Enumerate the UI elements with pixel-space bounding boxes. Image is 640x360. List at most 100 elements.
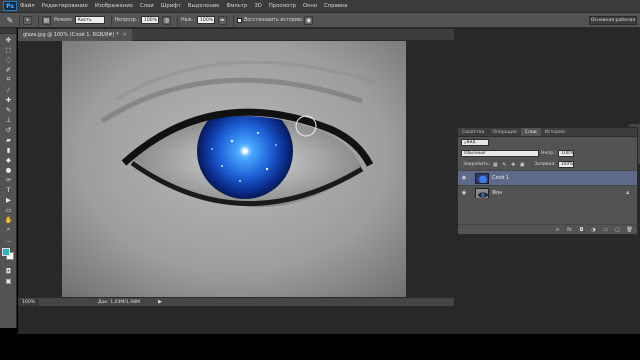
blend-mode-select[interactable]: Обычные [461,150,539,157]
menu-layer[interactable]: Слои [140,3,154,9]
eyedropper-tool-icon[interactable]: ⁄ [2,85,15,94]
tools-header[interactable] [0,28,16,34]
gradient-tool-icon[interactable]: ▮ [2,145,15,154]
blend-row: Обычные Непр.: 100% [458,148,637,159]
lock-row: Закрепить: ▦ ✎ ✥ ▣ Заливка: 100% [458,159,637,170]
visibility-eye-icon[interactable]: ◉ [458,190,470,196]
quick-mask-icon[interactable]: ◘ [2,266,15,275]
adjustment-layer-icon[interactable]: ◑ [590,226,597,233]
path-selection-tool-icon[interactable]: ▶ [2,195,15,204]
layer-filter-select[interactable]: ⌕ Вид [461,139,489,146]
opacity-label: Непрозр.: [114,17,139,23]
pressure-label: Наж.: [180,17,195,23]
close-icon[interactable]: × [122,32,126,38]
menu-3d[interactable]: 3D [254,3,261,9]
divider [110,14,112,26]
airbrush-icon[interactable]: ✒ [217,15,227,25]
menu-help[interactable]: Справка [324,3,347,9]
restore-history-checkbox[interactable] [236,17,242,23]
layer-name: Фон [492,190,503,196]
document-size: Док: 1,03М/1,98М [98,299,141,305]
tab-layers[interactable]: Слои [520,128,541,136]
menu-window[interactable]: Окно [303,3,317,9]
pressure-input[interactable]: 100% [196,16,215,24]
tab-history[interactable]: История [541,128,569,136]
layer-fill-input[interactable]: 100% [557,161,574,168]
layers-empty-area [458,198,637,225]
canvas[interactable] [62,41,406,297]
menu-filter[interactable]: Фильтр [226,3,247,9]
hand-tool-icon[interactable]: ✋ [2,215,15,224]
brush-tool-icon[interactable]: ✎ [2,105,15,114]
layer-lock-icon: 🔒︎ [626,190,629,196]
layer-thumbnail [475,172,489,184]
document-tab-bar: glaza.jpg @ 100% (Слой 1, RGB/8#) * × [18,28,454,41]
menu-image[interactable]: Изображение [95,3,133,9]
layer-style-icon[interactable]: fx [566,226,573,233]
healing-brush-tool-icon[interactable]: ✚ [2,95,15,104]
menu-edit[interactable]: Редактирование [42,3,88,9]
menu-view[interactable]: Просмотр [269,3,296,9]
workspace-switcher[interactable]: Основная рабочая [589,16,637,25]
marquee-tool-icon[interactable]: ⬚ [2,45,15,54]
document-title: glaza.jpg @ 100% (Слой 1, RGB/8#) * [23,31,119,38]
layers-footer: ∞ fx ◘ ◑ ▭ ▢ 🗑︎ [458,224,637,234]
pressure-size-icon[interactable]: ◉ [304,15,314,25]
history-brush-tool-icon[interactable]: ✎ [4,15,16,25]
link-layers-icon[interactable]: ∞ [554,226,561,233]
divider [232,14,234,26]
eraser-tool-icon[interactable]: ▰ [2,135,15,144]
brush-preset-picker-icon[interactable]: • [23,15,32,25]
blur-tool-icon[interactable]: ◆ [2,155,15,164]
divider [19,14,20,26]
brush-panel-toggle-icon[interactable]: ▤ [42,15,51,25]
mode-select[interactable]: Кисть [74,16,105,24]
type-tool-icon[interactable]: T [2,185,15,194]
pen-tool-icon[interactable]: ✑ [2,175,15,184]
zoom-level-field[interactable]: 100% [18,298,38,306]
layer-row-layer1[interactable]: ◉ Слой 1 [458,170,637,185]
zoom-tool-icon[interactable]: ⌕ [2,225,15,234]
menu-select[interactable]: Выделение [188,3,220,9]
tools-panel: ✥ ⬚ ◌ ✐ ⌗ ⁄ ✚ ✎ ⊥ ↺ ▰ ▮ ◆ ● ✑ T ▶ ▭ ✋ ⌕ … [0,28,17,328]
tab-properties[interactable]: Свойства [458,128,488,136]
quick-select-tool-icon[interactable]: ✐ [2,65,15,74]
layer-filter-row: ⌕ Вид [458,137,637,148]
status-menu-arrow-icon[interactable]: ▶ [158,299,162,305]
lock-all-icon[interactable]: ▣ [519,162,525,168]
clone-stamp-tool-icon[interactable]: ⊥ [2,115,15,124]
layer-opacity-input[interactable]: 100% [558,150,575,157]
opacity-label: Непр.: [541,151,557,156]
move-tool-icon[interactable]: ✥ [2,35,15,44]
panel-tabs: Свойства Операции Слои История [458,128,637,137]
color-swatches[interactable] [1,247,16,263]
crop-tool-icon[interactable]: ⌗ [2,75,15,84]
new-layer-icon[interactable]: ▢ [614,226,621,233]
options-bar: ✎ • ▤ Режим: Кисть Непрозр.: 100% ◍ Наж.… [0,12,640,28]
visibility-eye-icon[interactable]: ◉ [458,175,470,181]
history-brush-icon[interactable]: ↺ [2,125,15,134]
opacity-input[interactable]: 100% [140,16,159,24]
layer-mask-icon[interactable]: ◘ [578,226,585,233]
lock-position-icon[interactable]: ✥ [510,162,516,168]
delete-layer-icon[interactable]: 🗑︎ [626,226,633,233]
document-tab[interactable]: glaza.jpg @ 100% (Слой 1, RGB/8#) * × [18,28,132,41]
menu-type[interactable]: Шрифт [161,3,181,9]
lasso-tool-icon[interactable]: ◌ [2,55,15,64]
menu-file[interactable]: Файл [20,3,35,9]
fill-label: Заливка: [534,162,556,167]
lock-pixels-icon[interactable]: ✎ [501,162,507,168]
lock-transparent-icon[interactable]: ▦ [492,162,498,168]
screen-mode-icon[interactable]: ▣ [2,276,15,285]
tab-actions[interactable]: Операции [488,128,520,136]
foreground-color-swatch[interactable] [2,248,10,256]
eye-photo [62,41,406,297]
dodge-tool-icon[interactable]: ● [2,165,15,174]
mode-label: Режим: [54,17,73,23]
extra-tools-icon[interactable]: … [2,235,15,244]
new-group-icon[interactable]: ▭ [602,226,609,233]
layer-thumbnail [475,187,489,199]
pressure-opacity-icon[interactable]: ◍ [161,15,171,25]
layer-name: Слой 1 [492,175,510,181]
shape-tool-icon[interactable]: ▭ [2,205,15,214]
